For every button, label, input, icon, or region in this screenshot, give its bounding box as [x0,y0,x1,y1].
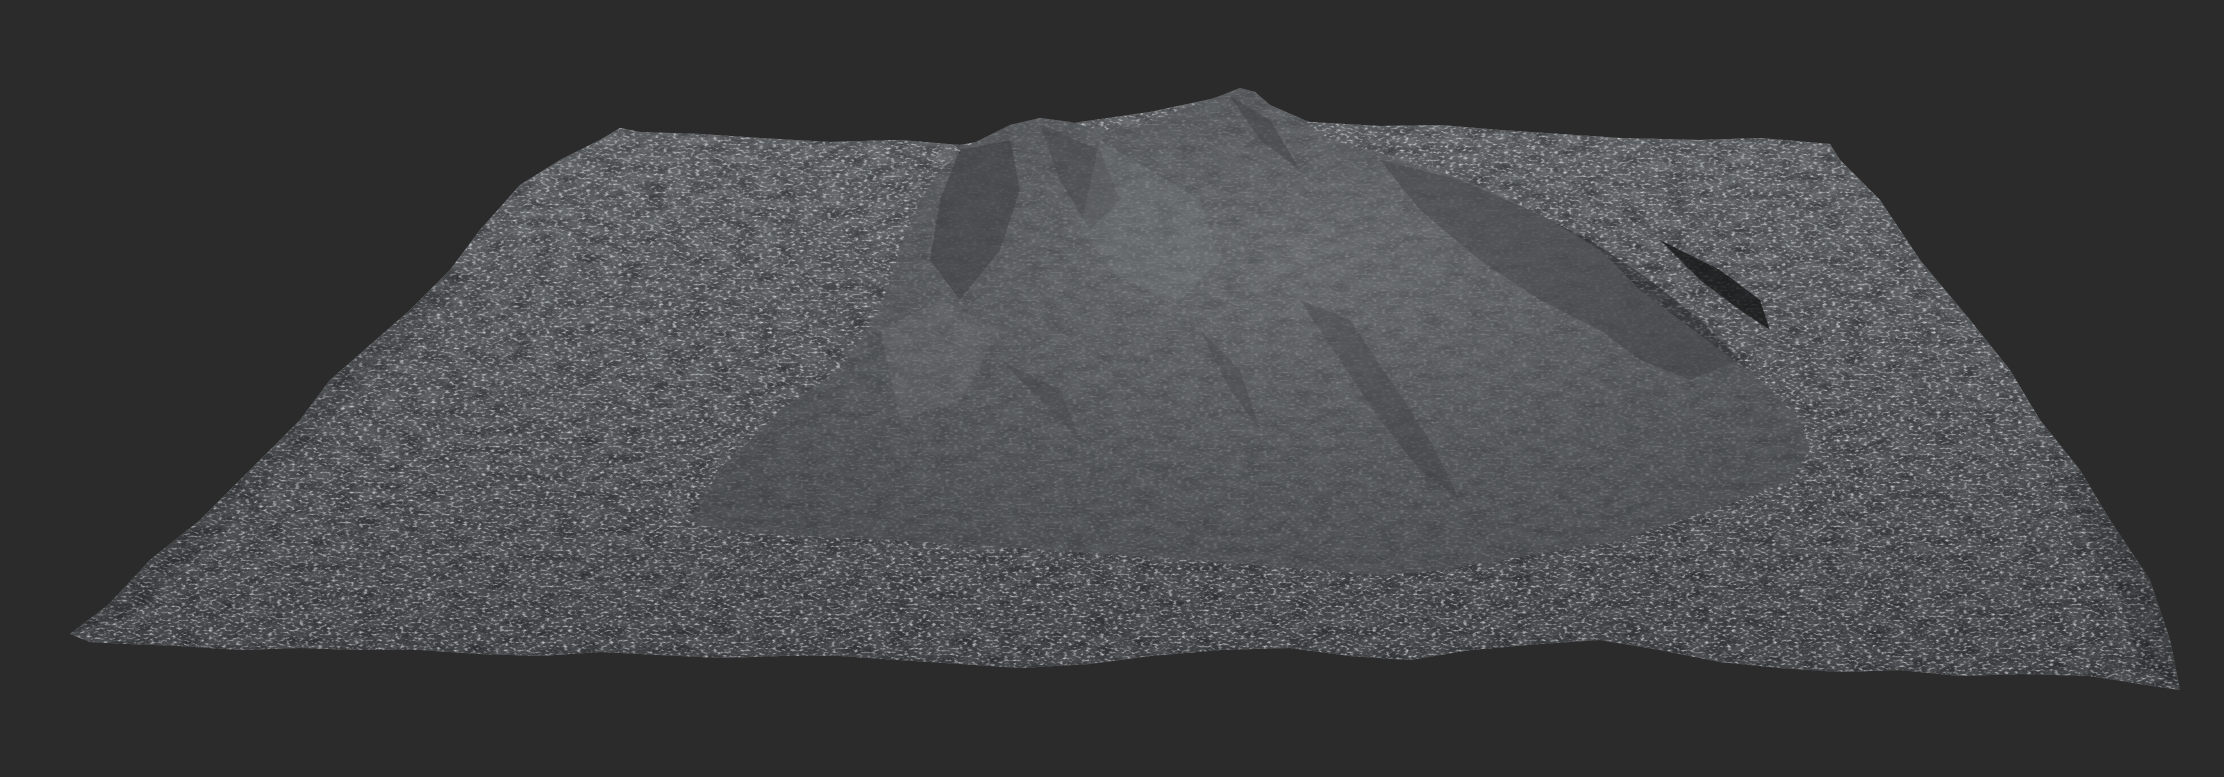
3d-viewport[interactable] [0,0,2224,777]
terrain-render [70,88,2180,690]
